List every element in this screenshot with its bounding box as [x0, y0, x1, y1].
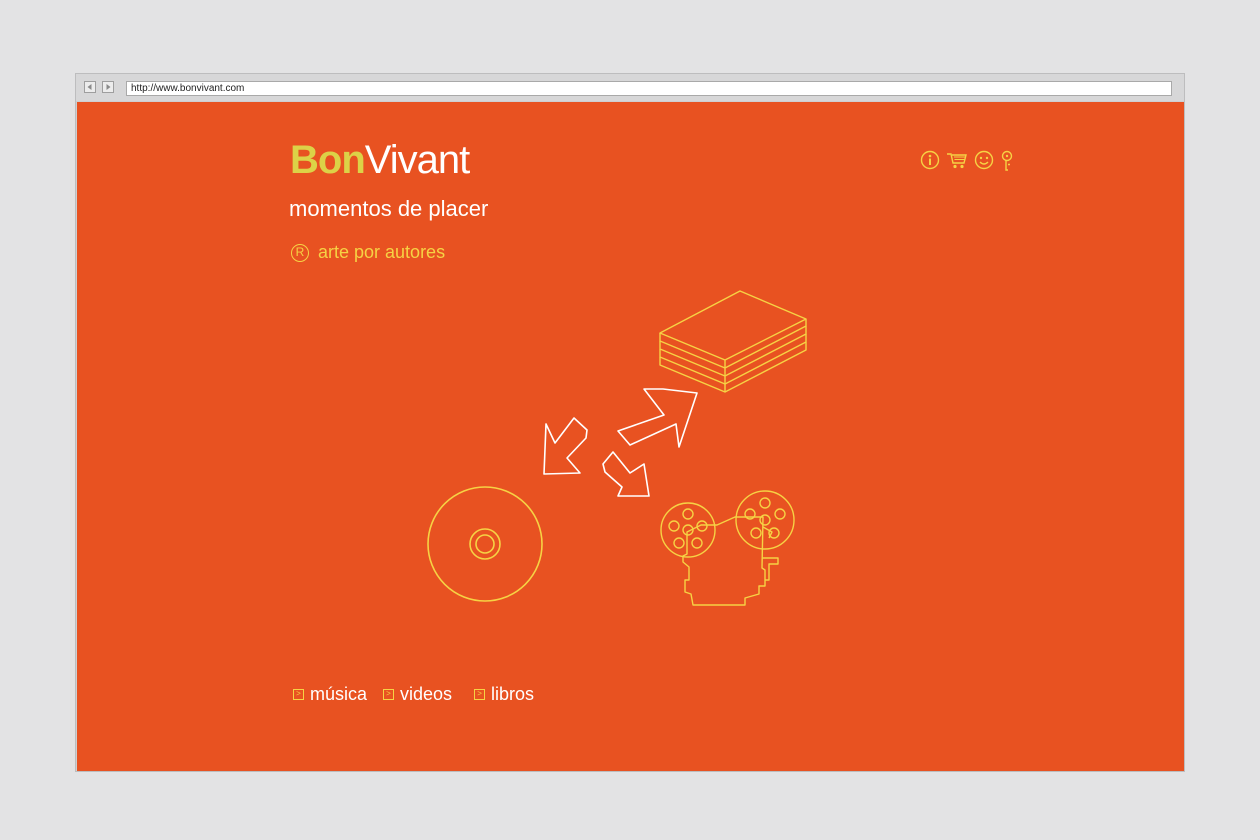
back-arrow-icon: [87, 84, 92, 90]
nav-item-libros[interactable]: > libros: [474, 684, 534, 705]
nav-label: libros: [491, 684, 535, 704]
address-bar[interactable]: http://www.bonvivant.com: [126, 81, 1172, 96]
nav-label: música: [310, 684, 368, 704]
arrow-down-left-icon: [543, 417, 588, 475]
nav-item-videos[interactable]: > videos: [383, 684, 452, 705]
forward-arrow-icon: [106, 84, 111, 90]
illustration-canvas: [427, 290, 807, 606]
chevron-right-icon: >: [383, 689, 395, 700]
browser-toolbar: http://www.bonvivant.com: [76, 74, 1184, 101]
arrow-up-right-icon: [617, 388, 698, 448]
browser-window: http://www.bonvivant.com BonVivant momen…: [75, 73, 1185, 772]
film-projector-icon[interactable]: [660, 490, 795, 606]
back-button[interactable]: [84, 81, 96, 93]
forward-button[interactable]: [102, 81, 114, 93]
cd-disc-icon[interactable]: [427, 486, 543, 602]
page-content: BonVivant momentos de placer R arte por …: [77, 102, 1184, 771]
bottom-nav: > música > videos > libros: [293, 684, 550, 705]
chevron-right-icon: >: [474, 689, 486, 700]
arrow-down-right-icon: [602, 451, 650, 497]
books-stack-icon[interactable]: [659, 290, 807, 393]
chevron-right-icon: >: [293, 689, 304, 700]
nav-label: videos: [400, 684, 453, 704]
nav-item-musica[interactable]: > música: [293, 684, 367, 705]
